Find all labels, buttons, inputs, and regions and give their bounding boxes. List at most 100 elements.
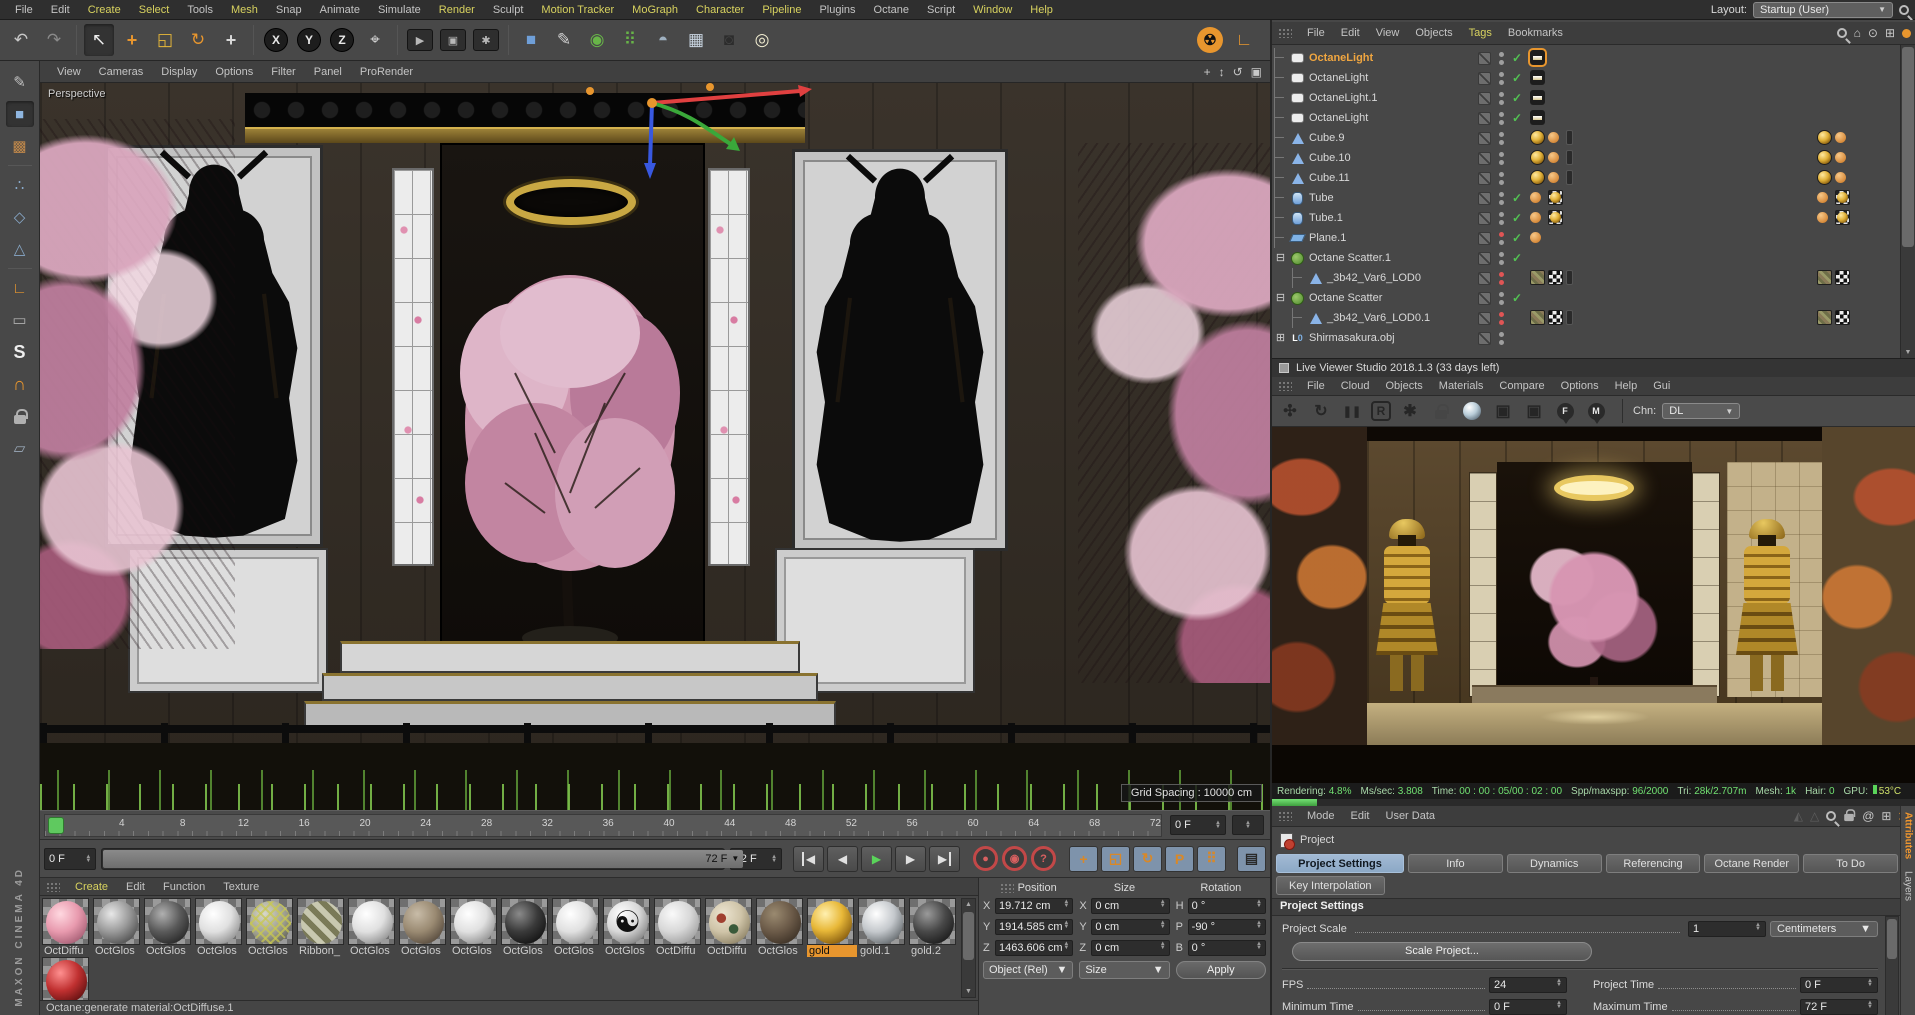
picture-viewer-icon[interactable]: ▣ [1491, 399, 1515, 423]
new-panel-icon[interactable]: ⊞ [1881, 809, 1891, 823]
object-row-tube[interactable]: Tube ✓ [1272, 188, 1900, 208]
tab-referencing[interactable]: Referencing [1605, 854, 1701, 873]
next-frame-button[interactable]: ▶ [895, 845, 927, 872]
material-thumbnail[interactable] [42, 957, 89, 1000]
edges-mode-icon[interactable]: ◇ [6, 204, 34, 230]
rotation-key-toggle[interactable]: ↻ [1133, 845, 1163, 872]
side-tab-attributes[interactable]: Attributes [1903, 812, 1914, 859]
field-input[interactable]: 0 F ▲ ▼ [1489, 999, 1567, 1015]
frame-step-spinner[interactable]: ▲ ▼ [1232, 815, 1264, 835]
clay-mode-icon[interactable]: ▣ [1522, 399, 1546, 423]
enabled-check-icon[interactable]: ✓ [1512, 291, 1522, 305]
spinner-arrows-icon[interactable]: ▲ ▼ [1256, 920, 1262, 933]
spinner-arrows-icon[interactable]: ▲ ▼ [1063, 920, 1069, 933]
lv-menu-gui[interactable]: Gui [1645, 378, 1678, 394]
scrollbar-handle[interactable] [1902, 47, 1914, 247]
material-octglos[interactable]: OctGlos [246, 898, 296, 957]
layer-box-icon[interactable] [1478, 191, 1491, 205]
workplane-icon[interactable]: ∟ [1229, 24, 1259, 56]
editor-dot[interactable] [1499, 71, 1504, 77]
scale-key-toggle[interactable]: ◱ [1101, 845, 1131, 872]
tab-to-do[interactable]: To Do [1803, 854, 1898, 873]
lv-menu-compare[interactable]: Compare [1491, 378, 1552, 394]
visibility-dots[interactable] [1499, 171, 1504, 185]
material-octglos[interactable]: OctGlos [195, 898, 245, 957]
live-selection-tool[interactable]: ↖ [84, 24, 114, 56]
tag-chip-light[interactable] [1530, 90, 1545, 105]
material-thumbnail[interactable] [552, 898, 599, 945]
object-row-octanelight[interactable]: OctaneLight ✓ [1272, 68, 1900, 88]
goto-end-button[interactable]: ▶ [929, 845, 961, 872]
editor-dot[interactable] [1499, 91, 1504, 97]
tag-chip-half[interactable] [1566, 130, 1573, 145]
spinner-arrows-icon[interactable]: ▲ ▼ [1245, 820, 1251, 830]
parameter-key-toggle[interactable]: P [1165, 845, 1195, 872]
om-menu-bookmarks[interactable]: Bookmarks [1500, 25, 1571, 41]
panel-grip-icon[interactable] [1278, 811, 1292, 821]
material-scrollbar[interactable]: ▲ ▼ [961, 898, 976, 998]
render-dot[interactable] [1499, 199, 1504, 205]
menu-octane[interactable]: Octane [865, 2, 918, 18]
editor-dot[interactable] [1499, 331, 1504, 337]
material-thumbnail[interactable] [399, 898, 446, 945]
rotate-tool[interactable]: ↻ [183, 24, 213, 56]
attr-menu-user-data[interactable]: User Data [1378, 808, 1444, 824]
y-axis-lock[interactable]: Y [294, 24, 324, 56]
tag-chip-gold[interactable] [1817, 170, 1832, 185]
tag-chip-dot[interactable] [1835, 172, 1846, 183]
material-thumbnail[interactable] [195, 898, 242, 945]
material-octglos[interactable]: OctGlos [501, 898, 551, 957]
tab-project-settings[interactable]: Project Settings [1276, 854, 1404, 873]
tag-chip-gold[interactable] [1817, 130, 1832, 145]
scale-project-button[interactable]: Scale Project... [1292, 942, 1592, 961]
layer-box-icon[interactable] [1478, 291, 1491, 305]
menu-animate[interactable]: Animate [311, 2, 369, 18]
current-frame-spinner[interactable]: 0 F ▲ ▼ [1170, 815, 1226, 835]
material-menu-function[interactable]: Function [154, 879, 214, 895]
tag-chip-dot[interactable] [1548, 132, 1559, 143]
lv-menu-help[interactable]: Help [1607, 378, 1646, 394]
menu-script[interactable]: Script [918, 2, 964, 18]
visibility-dots[interactable] [1499, 231, 1504, 245]
tag-chip-goldchk[interactable] [1835, 190, 1850, 205]
coord-field[interactable]: 0 cm ▲ ▼ [1091, 898, 1170, 914]
undo-icon[interactable]: ↶ [6, 24, 36, 56]
viewport-menu-options[interactable]: Options [206, 64, 262, 80]
visibility-dots[interactable] [1499, 71, 1504, 85]
layer-box-icon[interactable] [1478, 111, 1491, 125]
panel-grip-icon[interactable] [1278, 28, 1292, 38]
enabled-check-icon[interactable]: ✓ [1512, 191, 1522, 205]
field-input[interactable]: 72 F ▲ ▼ [1800, 999, 1878, 1015]
coord-field[interactable]: 1914.585 cm ▲ ▼ [995, 919, 1074, 935]
convert-tool-icon[interactable]: ✎ [6, 69, 34, 95]
viewport-filter-icon[interactable]: ▭ [6, 307, 34, 333]
tab-dynamics[interactable]: Dynamics [1506, 854, 1602, 873]
editor-dot[interactable] [1499, 291, 1504, 297]
tag-chip-checker[interactable] [1548, 270, 1563, 285]
render-dot[interactable] [1499, 119, 1504, 125]
tag-chip-light[interactable] [1530, 110, 1545, 125]
object-row-octanelight-1[interactable]: OctaneLight.1 ✓ [1272, 88, 1900, 108]
visibility-dots[interactable] [1499, 291, 1504, 305]
editor-dot[interactable] [1499, 251, 1504, 257]
render-dot[interactable] [1499, 279, 1504, 285]
object-row-cube-9[interactable]: Cube.9 [1272, 128, 1900, 148]
cube-primitive-button[interactable]: ■ [516, 24, 546, 56]
tab-octane-render[interactable]: Octane Render [1704, 854, 1800, 873]
layer-box-icon[interactable] [1478, 91, 1491, 105]
spinner-arrows-icon[interactable]: ▲ ▼ [1160, 899, 1166, 912]
menu-select[interactable]: Select [130, 2, 179, 18]
frame-ruler[interactable]: 04812162024283236404448525660646872 [44, 814, 1162, 837]
panel-grip-icon[interactable] [46, 881, 60, 892]
om-menu-edit[interactable]: Edit [1333, 25, 1368, 41]
render-dot[interactable] [1499, 259, 1504, 265]
scroll-down-icon[interactable]: ▼ [962, 986, 975, 997]
material-octglos[interactable]: OctGlos [399, 898, 449, 957]
object-row-tube-1[interactable]: Tube.1 ✓ [1272, 208, 1900, 228]
viewport-menu-display[interactable]: Display [152, 64, 206, 80]
keyframe-selection-button[interactable]: ? [1031, 846, 1057, 871]
material-thumbnail[interactable] [42, 898, 89, 945]
scroll-up-icon[interactable]: ▲ [962, 899, 975, 910]
spinner-arrows-icon[interactable]: ▲ ▼ [1556, 1000, 1562, 1013]
pause-render-icon[interactable]: ❚❚ [1340, 399, 1364, 423]
